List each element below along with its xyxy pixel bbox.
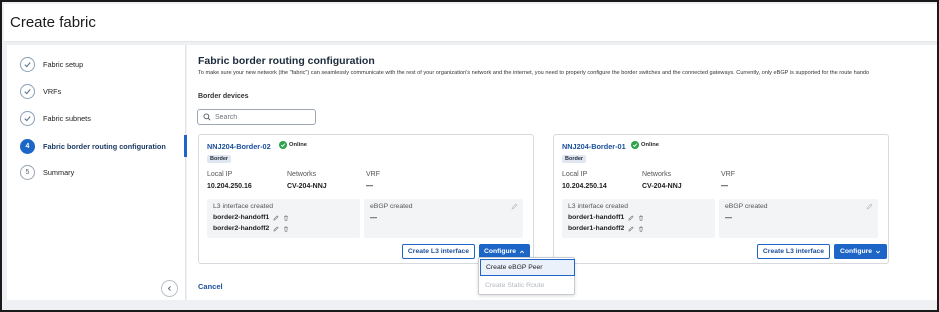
search-icon <box>203 113 211 121</box>
trash-icon[interactable] <box>638 226 644 232</box>
device-tag: Border <box>562 155 587 163</box>
edit-icon[interactable] <box>866 203 873 210</box>
configure-dropdown-menu: Create eBGP Peer Create Static Route <box>478 257 575 295</box>
edit-icon[interactable] <box>273 215 279 221</box>
chevron-down-icon <box>875 250 881 254</box>
chevron-up-icon <box>519 249 525 253</box>
ebgp-box: eBGP created — <box>719 199 878 238</box>
step-number: 4 <box>20 138 35 154</box>
step-number: 5 <box>20 164 35 180</box>
step-label: Fabric border routing configuration <box>43 141 166 151</box>
section-title: Fabric border routing configuration <box>198 55 375 67</box>
l3-interface-box: L3 interface created border1-handoff1 bo… <box>562 199 715 238</box>
networks-value: CV-204-NNJ <box>287 183 327 190</box>
local-ip-value: 10.204.250.16 <box>207 183 252 190</box>
menu-item-create-ebgp-peer[interactable]: Create eBGP Peer <box>480 259 575 276</box>
trash-icon[interactable] <box>283 226 289 232</box>
menu-item-create-static-route: Create Static Route <box>485 282 545 289</box>
trash-icon[interactable] <box>283 215 289 221</box>
status-badge: Online <box>279 141 307 149</box>
l3-interface-name: border2-handoff1 <box>213 214 270 221</box>
ebgp-value: — <box>725 215 732 222</box>
ebgp-box: eBGP created — <box>364 199 523 238</box>
ebgp-value: — <box>370 215 377 222</box>
trash-icon[interactable] <box>638 215 644 221</box>
ebgp-label: eBGP created <box>725 203 768 210</box>
step-fabric-border-routing[interactable]: 4 Fabric border routing configuration <box>20 137 166 155</box>
configure-label: Configure <box>483 248 517 255</box>
chevron-left-icon[interactable] <box>161 280 178 297</box>
networks-label: Networks <box>287 171 317 178</box>
edit-icon[interactable] <box>511 203 518 210</box>
wizard-sidebar: Fabric setup VRFs Fabric subnets 4 Fabri… <box>7 45 187 300</box>
configure-label: Configure <box>839 248 873 255</box>
vrf-label: VRF <box>721 171 735 178</box>
vrf-value: — <box>366 183 373 190</box>
l3-interface-name: border2-handoff2 <box>213 225 270 232</box>
l3-interface-label: L3 interface created <box>568 203 629 210</box>
device-card: NNJ204-Border-02 Online Border Local IP … <box>198 134 534 264</box>
status-text: Online <box>641 142 660 148</box>
l3-interface-box: L3 interface created border2-handoff1 bo… <box>207 199 360 238</box>
create-l3-interface-button[interactable]: Create L3 interface <box>757 244 830 259</box>
l3-interface-item: border1-handoff1 <box>568 214 644 221</box>
local-ip-label: Local IP <box>207 171 233 178</box>
search-input[interactable] <box>215 113 310 121</box>
step-label: Summary <box>43 167 75 177</box>
edit-icon[interactable] <box>628 226 634 232</box>
step-summary[interactable]: 5 Summary <box>20 163 74 181</box>
edit-icon[interactable] <box>628 215 634 221</box>
check-circle-icon <box>279 141 287 149</box>
check-circle-icon <box>631 141 639 149</box>
device-tag: Border <box>207 155 232 163</box>
step-label: Fabric subnets <box>43 113 91 123</box>
networks-value: CV-204-NNJ <box>642 183 682 190</box>
vrf-label: VRF <box>366 171 380 178</box>
configure-button[interactable]: Configure <box>834 244 887 259</box>
edit-icon[interactable] <box>273 226 279 232</box>
local-ip-label: Local IP <box>562 171 588 178</box>
status-text: Online <box>289 142 308 148</box>
border-devices-label: Border devices <box>198 93 249 100</box>
section-description: To make sure your new network (the "fabr… <box>198 70 870 76</box>
check-icon <box>20 83 35 99</box>
page-title: Create fabric <box>10 14 96 31</box>
step-label: VRFs <box>43 86 62 96</box>
l3-interface-label: L3 interface created <box>213 203 274 210</box>
l3-interface-name: border1-handoff2 <box>568 225 625 232</box>
device-name-link[interactable]: NNJ204-Border-01 <box>562 142 626 151</box>
step-vrfs[interactable]: VRFs <box>20 82 61 100</box>
search-box[interactable] <box>197 109 316 125</box>
networks-label: Networks <box>642 171 672 178</box>
local-ip-value: 10.204.250.14 <box>562 183 607 190</box>
create-l3-interface-button[interactable]: Create L3 interface <box>402 244 475 259</box>
app-window: Create fabric Fabric setup VRFs Fabric s… <box>0 0 939 312</box>
vrf-value: — <box>721 183 728 190</box>
cancel-link[interactable]: Cancel <box>198 282 223 291</box>
status-badge: Online <box>631 141 659 149</box>
ebgp-label: eBGP created <box>370 203 413 210</box>
step-fabric-subnets[interactable]: Fabric subnets <box>20 109 91 127</box>
step-fabric-setup[interactable]: Fabric setup <box>20 55 83 73</box>
device-name-link[interactable]: NNJ204-Border-02 <box>207 142 271 151</box>
l3-interface-item: border2-handoff1 <box>213 214 289 221</box>
l3-interface-item: border2-handoff2 <box>213 225 289 232</box>
device-card: NNJ204-Border-01 Online Border Local IP … <box>553 134 889 264</box>
l3-interface-item: border1-handoff2 <box>568 225 644 232</box>
step-label: Fabric setup <box>43 59 84 69</box>
page-header: Create fabric <box>4 4 937 42</box>
l3-interface-name: border1-handoff1 <box>568 214 625 221</box>
check-icon <box>20 56 35 72</box>
check-icon <box>20 110 35 126</box>
